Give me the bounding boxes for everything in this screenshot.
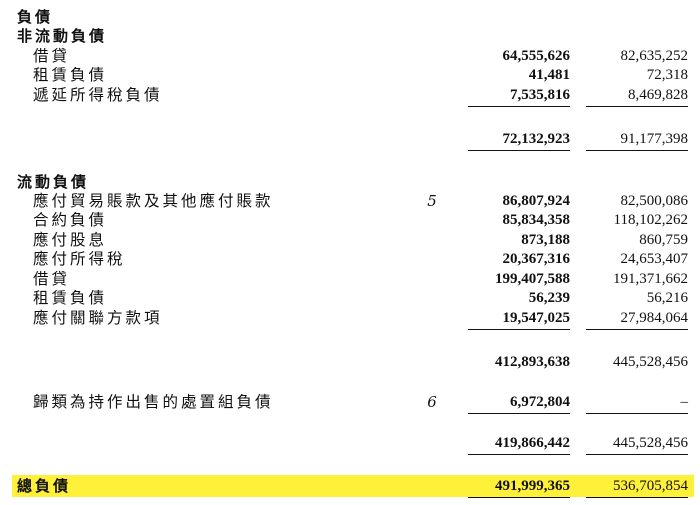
subtotal-current-year: 412,893,638 [495,354,570,370]
row-label: 合約負債 [33,211,108,229]
total-liabilities-row: 總負債 491,999,365 536,705,854 [0,476,700,496]
non-current-heading-row: 非流動負債 [0,26,700,46]
underline-rule [586,106,688,107]
current-year-value: 873,188 [521,232,570,248]
underline-rule [468,150,570,151]
current-year-value: 20,367,316 [502,251,571,267]
liabilities-heading-row: 負債 [0,7,700,27]
current-year-value: 64,555,626 [502,48,571,64]
underline-rule [468,329,570,330]
table-row: 合約負債 85,834,358 118,102,262 [0,210,700,230]
liabilities-heading: 負債 [17,8,54,26]
current-subtotal-row: 412,893,638 445,528,456 [0,352,700,372]
non-current-subtotal-row: 72,132,923 91,177,398 [0,129,700,149]
prior-year-value: 191,371,662 [613,271,688,287]
table-row: 借貸 64,555,626 82,635,252 [0,46,700,66]
row-label: 遞延所得稅負債 [33,86,163,104]
row-label: 應付股息 [33,231,108,249]
note-reference: 5 [427,192,437,210]
current-year-value: 41,481 [528,67,570,83]
underline-rule [586,497,688,498]
non-current-title: 非流動負債 [17,27,108,45]
current-total-row: 419,866,442 445,528,456 [0,433,700,453]
table-row: 應付所得稅 20,367,316 24,653,407 [0,249,700,269]
prior-year-value: – [680,394,689,410]
grand-total-current-year: 491,999,365 [495,478,570,494]
underline-rule [586,454,688,455]
grand-total-prior-year: 536,705,854 [613,478,688,494]
underline-rule [468,413,570,414]
prior-year-value: 8,469,828 [628,87,688,103]
row-label: 應付貿易賬款及其他應付賬款 [33,192,274,210]
table-row: 租賃負債 41,481 72,318 [0,65,700,85]
row-label: 租賃負債 [33,66,108,84]
underline-rule [468,106,570,107]
row-label: 應付所得稅 [33,250,126,268]
current-year-value: 56,239 [528,290,570,306]
prior-year-value: 56,216 [646,290,688,306]
underline-rule [586,329,688,330]
current-year-value: 199,407,588 [495,271,570,287]
current-year-value: 86,807,924 [502,193,571,209]
underline-rule [468,497,570,498]
underline-rule [586,150,688,151]
subtotal-current-year: 72,132,923 [502,131,571,147]
total-prior-year: 445,528,456 [613,435,688,451]
table-row: 租賃負債 56,239 56,216 [0,288,700,308]
held-for-sale-row: 歸類為持作出售的處置組負債 6 6,972,804 – [0,392,700,412]
underline-rule [586,413,688,414]
total-liabilities-label: 總負債 [17,477,72,495]
table-row: 應付貿易賬款及其他應付賬款 5 86,807,924 82,500,086 [0,191,700,211]
table-row: 應付股息 873,188 860,759 [0,230,700,250]
current-year-value: 6,972,804 [510,394,570,410]
row-label: 租賃負債 [33,289,108,307]
prior-year-value: 82,635,252 [620,48,689,64]
prior-year-value: 72,318 [646,67,688,83]
current-year-value: 19,547,025 [502,310,571,326]
table-row: 應付關聯方款項 19,547,025 27,984,064 [0,308,700,328]
row-label: 歸類為持作出售的處置組負債 [33,393,274,411]
prior-year-value: 27,984,064 [620,310,689,326]
subtotal-prior-year: 445,528,456 [613,354,688,370]
prior-year-value: 118,102,262 [613,212,688,228]
current-year-value: 7,535,816 [510,87,570,103]
note-reference: 6 [427,393,437,411]
table-row: 借貸 199,407,588 191,371,662 [0,269,700,289]
prior-year-value: 82,500,086 [620,193,689,209]
row-label: 借貸 [33,270,71,288]
table-row: 遞延所得稅負債 7,535,816 8,469,828 [0,85,700,105]
subtotal-prior-year: 91,177,398 [620,131,689,147]
prior-year-value: 24,653,407 [620,251,689,267]
current-title: 流動負債 [17,173,90,191]
prior-year-value: 860,759 [639,232,688,248]
current-heading-row: 流動負債 [0,172,700,192]
row-label: 借貸 [33,47,71,65]
row-label: 應付關聯方款項 [33,309,163,327]
total-current-year: 419,866,442 [495,435,570,451]
underline-rule [468,454,570,455]
current-year-value: 85,834,358 [502,212,571,228]
